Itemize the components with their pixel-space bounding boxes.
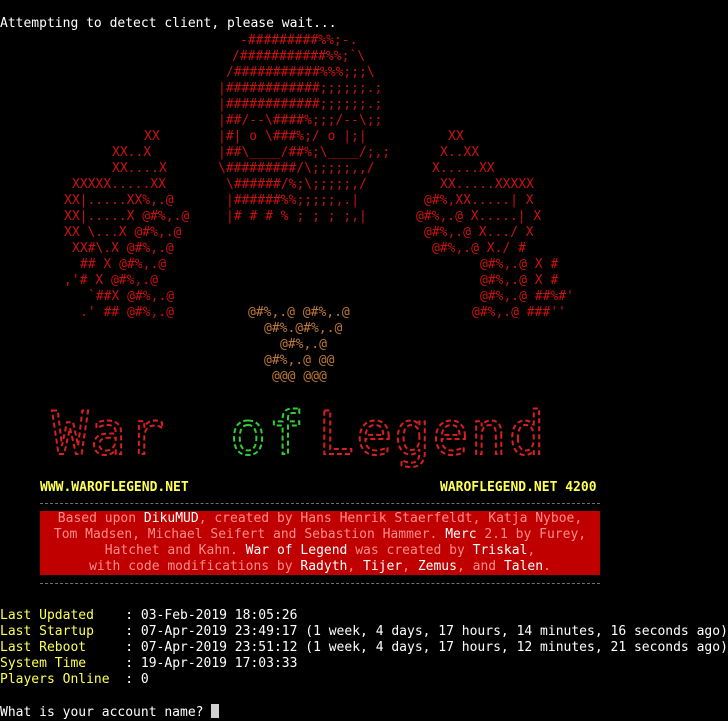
crossed-hilts: @#%,.@ @#%,.@@#%.@#%,.@@#%,.@@#%,.@ @@@@… — [248, 305, 350, 384]
right-art-line: @#%,XX.....| X — [424, 193, 534, 208]
left-art-line: XX|.....X @#%,.@ — [64, 209, 189, 224]
left-crossed-swords: XXXX..XXX....XXXXXX.....XXXX|.....XX%,.@… — [64, 129, 189, 320]
right-art-line: @#%,.@ X # — [480, 257, 558, 272]
right-art-line: @#%,.@ X./ # — [432, 241, 526, 256]
hilt-line: @#%,.@ @@ — [264, 353, 335, 368]
website-url: WWW.WAROFLEGEND.NET — [40, 480, 189, 495]
credits-line-3: Hatchet and Kahn. War of Legend was crea… — [104, 543, 536, 558]
right-art-line: XX.....XXXXX — [440, 177, 534, 192]
right-art-line: @#%,.@ ###'' — [472, 305, 566, 320]
left-art-line: XXXXX.....XX — [72, 177, 166, 192]
hilt-line: @#%,.@ @#%,.@ — [248, 305, 350, 320]
left-art-line: XX — [144, 129, 160, 144]
left-art-line: ## X @#%,.@ — [80, 257, 166, 272]
left-art-line: XX \...X @#%,.@ — [64, 225, 182, 240]
right-art-line: XX — [448, 129, 464, 144]
left-art-line: XX#\.X @#%,.@ — [72, 241, 174, 256]
skull-line: /###########%%%;;;\ — [226, 65, 375, 80]
credits-box: Based upon DikuMUD, created by Hans Henr… — [40, 511, 600, 575]
war-of-legend-logo: War of Legend — [50, 392, 670, 482]
top-divider — [40, 503, 600, 504]
skull-lines: -#########%%;-./###########%%;`\/#######… — [218, 33, 390, 224]
terminal-window: Attempting to detect client, please wait… — [0, 0, 728, 720]
left-art-line: XX|.....XX%,.@ — [64, 193, 174, 208]
logo-of: of — [230, 399, 306, 469]
status-last-startup: Last Startup : 07-Apr-2019 23:49:17 (1 w… — [0, 624, 728, 639]
left-art-line: XX....X — [112, 161, 167, 176]
right-art-line: X..XX — [440, 145, 479, 160]
skull-line: |############;;;;;;.; — [218, 97, 382, 112]
telnet-address: WAROFLEGEND.NET 4200 — [440, 480, 597, 495]
skull-line: |######%%;;;;;,.| — [226, 193, 359, 208]
logo-war: War — [52, 399, 166, 469]
right-art-line: @#%,.@ X.....| X — [416, 209, 541, 224]
logo-legend: Legend — [318, 399, 547, 469]
detect-client-message: Attempting to detect client, please wait… — [0, 16, 337, 31]
text-cursor — [211, 704, 220, 718]
prompt-text: What is your account name? — [0, 705, 204, 720]
status-last-reboot: Last Reboot : 07-Apr-2019 23:51:12 (1 we… — [0, 640, 728, 655]
skull-line: \#########/\;;;;;,,/ — [218, 161, 375, 176]
left-art-line: .' ## @#%,.@ — [80, 305, 174, 320]
left-art-line: XX..X — [112, 145, 151, 160]
skull-line: |############;;;;;;.; — [218, 81, 382, 96]
credits-line-2: Tom Madsen, Michael Seifert and Sebastio… — [53, 527, 587, 542]
credits-line-1: Based upon DikuMUD, created by Hans Henr… — [57, 511, 583, 526]
ascii-skull-banner: -#########%%;-./###########%%;`\/#######… — [0, 32, 728, 392]
right-crossed-swords: XXX..XXX.....XXXX.....XXXXX@#%,XX.....| … — [416, 129, 574, 320]
right-art-line: @#%,.@ X.../ X — [424, 225, 534, 240]
status-players-online: Players Online : 0 — [0, 672, 149, 687]
bottom-divider — [40, 583, 600, 584]
right-art-line: @#%,.@ ##%#' — [480, 289, 574, 304]
skull-line: |# # # % ; ; ; ;,| — [226, 209, 367, 224]
skull-line: |##/--\####%;;;/--\;; — [218, 113, 382, 128]
right-art-line: @#%,.@ X # — [480, 273, 558, 288]
skull-line: /###########%%;`\ — [232, 49, 365, 64]
account-name-prompt[interactable]: What is your account name? — [0, 704, 220, 721]
skull-line: -#########%%;-. — [240, 33, 357, 48]
skull-art: -#########%%;-./###########%%;`\/#######… — [64, 33, 574, 384]
hilt-line: @#%,.@ — [280, 337, 327, 352]
right-art-line: X.....XX — [432, 161, 495, 176]
skull-line: |#| o \###%;/ o |;| — [218, 129, 367, 144]
status-system-time: System Time : 19-Apr-2019 17:03:33 — [0, 656, 298, 671]
credits-line-4: with code modifications by Radyth, Tijer… — [89, 559, 551, 574]
left-art-line: ,'# X @#%,.@ — [64, 273, 158, 288]
skull-line: \######/%;\;;;;;,/ — [226, 177, 367, 192]
hilt-line: @#%.@#%,.@ — [264, 321, 342, 336]
status-last-updated: Last Updated : 03-Feb-2019 18:05:26 — [0, 608, 298, 623]
left-art-line: `##X @#%,.@ — [88, 289, 174, 304]
hilt-line: @@@ @@@ — [272, 369, 327, 384]
skull-line: |##\____/##%;\____/;,; — [218, 145, 390, 160]
